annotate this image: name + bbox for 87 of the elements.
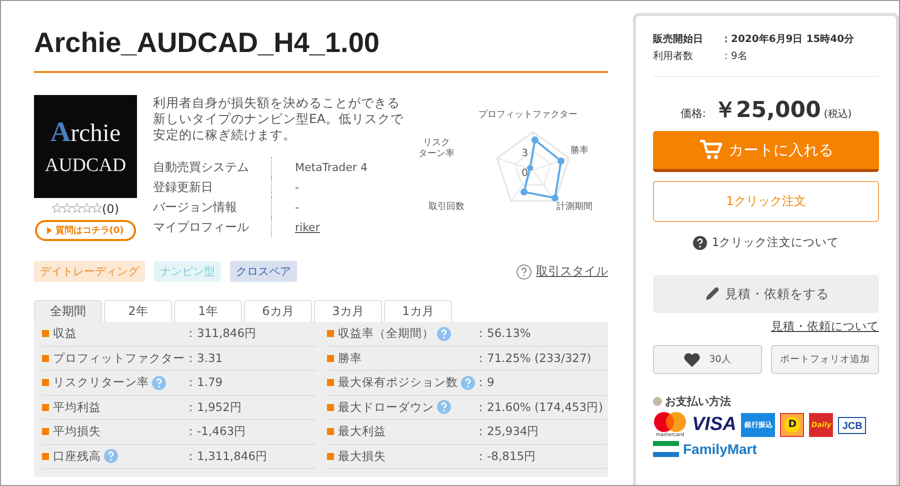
square-bullet-icon [42, 330, 49, 338]
spec-label: マイプロフィール [153, 218, 250, 236]
stat-value: ：25,934円 [475, 424, 540, 440]
stat-label: 最大保有ポジション数 [338, 375, 458, 390]
caret-icon [47, 227, 52, 234]
square-bullet-icon [327, 379, 334, 386]
trading-style-link[interactable]: 取引スタイル [536, 263, 608, 280]
daily-logo: D [780, 413, 804, 437]
stat-value: ：1,952円 [185, 400, 243, 415]
square-bullet-icon [327, 404, 334, 411]
rating-count: (0) [102, 202, 119, 216]
square-bullet-icon [42, 379, 49, 386]
quote-info-link[interactable]: 見積・依頼について [771, 319, 879, 334]
stat-label: 勝率 [338, 350, 362, 366]
stat-label: 最大利益 [338, 424, 386, 440]
stat-value: ：311,846円 [185, 326, 258, 342]
payment-title: お支払い方法 [665, 394, 731, 409]
period-tab[interactable]: 3カ月 [314, 300, 382, 322]
add-to-portfolio-button[interactable]: ポートフォリオ追加 [770, 345, 879, 374]
radar-label: ターン率 [418, 149, 455, 160]
favorite-button[interactable]: 30人 [653, 345, 762, 374]
square-bullet-icon [42, 452, 49, 460]
stat-value: ：1,311,846円 [185, 448, 269, 464]
stat-value: ：-8,815円 [475, 448, 538, 464]
square-bullet-icon [42, 354, 49, 362]
stat-label: 最大ドローダウン [338, 400, 434, 415]
spec-value: - [295, 180, 299, 194]
spec-value: MetaTrader 4 [295, 160, 368, 174]
stat-value: ：-1,463円 [185, 424, 248, 440]
price-label: 価格: [680, 106, 706, 121]
stat-value: ：21.60% (174,453円) [475, 400, 604, 415]
square-bullet-icon [42, 428, 49, 436]
square-bullet-icon [327, 354, 334, 362]
stat-label: 収益 [53, 326, 77, 342]
pen-icon [703, 285, 721, 303]
square-bullet-icon [327, 428, 334, 436]
info-label: 利用者数 [653, 50, 694, 62]
heart-icon [683, 352, 702, 368]
product-image: Archie AUDCAD [34, 95, 137, 198]
square-bullet-icon [327, 452, 334, 460]
period-tab[interactable]: 2年 [104, 300, 172, 322]
spec-label: 登録更新日 [153, 178, 214, 196]
spec-label: バージョン情報 [153, 198, 238, 216]
quote-request-button[interactable]: 見積・依頼をする [653, 275, 879, 313]
one-click-help-link[interactable]: 1クリック注文について [712, 235, 840, 250]
jcb-logo: JCB [838, 416, 866, 434]
period-tab[interactable]: 全期間 [34, 300, 102, 322]
info-value: ：2020年6月9日 15時40分 [721, 32, 854, 46]
stat-value: ：56.13% [475, 326, 532, 342]
period-tab[interactable]: 1カ月 [384, 300, 452, 322]
style-tag[interactable]: クロスペア [230, 261, 297, 282]
familymart-logo: FamilyMart [653, 441, 757, 457]
radar-label: 取引回数 [428, 202, 465, 213]
radar-label: プロフィットファクター [478, 110, 578, 121]
radar-label: 計測期間 [556, 202, 593, 213]
page-title: Archie_AUDCAD_H4_1.00 [34, 27, 380, 59]
tax-note: (税込) [824, 108, 852, 121]
stat-label: リスクリターン率 [53, 375, 149, 390]
stat-label: プロフィットファクター [53, 350, 185, 366]
spec-value: - [295, 200, 299, 214]
profile-link[interactable]: riker [295, 220, 320, 234]
period-tab[interactable]: 6カ月 [244, 300, 312, 322]
stat-label: 口座残高 [53, 448, 101, 464]
axis-tick: 0 [522, 168, 528, 179]
radar-label: リスク [423, 138, 450, 148]
stat-label: 平均利益 [53, 400, 101, 415]
period-tab[interactable]: 1年 [174, 300, 242, 322]
price-value: ￥25,000 [714, 97, 821, 125]
help-icon[interactable] [692, 236, 707, 250]
stat-value: ：9 [475, 375, 496, 390]
info-value: ：9名 [721, 50, 748, 62]
product-description: 利用者自身が損失額を決めることができる新しいタイプのナンピン型EA。低リスクで安定的に稼ぎ続けます。 [153, 95, 404, 143]
radar-label: 勝率 [570, 146, 589, 157]
square-bullet-icon [42, 404, 49, 411]
stat-label: 平均損失 [53, 424, 101, 440]
cart-icon [698, 139, 722, 161]
info-label: 販売開始日 [653, 32, 704, 46]
stat-value: ：71.25% (233/327) [475, 350, 592, 366]
dot-icon [653, 397, 662, 406]
stat-label: 最大損失 [338, 448, 386, 464]
stat-value: ：3.31 [185, 350, 224, 366]
axis-tick: 3 [522, 148, 528, 159]
spec-label: 自動売買システム [153, 158, 250, 176]
stat-label: 収益率（全期間） [338, 326, 434, 342]
visa-logo: VISA [692, 414, 736, 436]
stat-value: ：1.79 [185, 375, 224, 390]
square-bullet-icon [327, 330, 334, 338]
